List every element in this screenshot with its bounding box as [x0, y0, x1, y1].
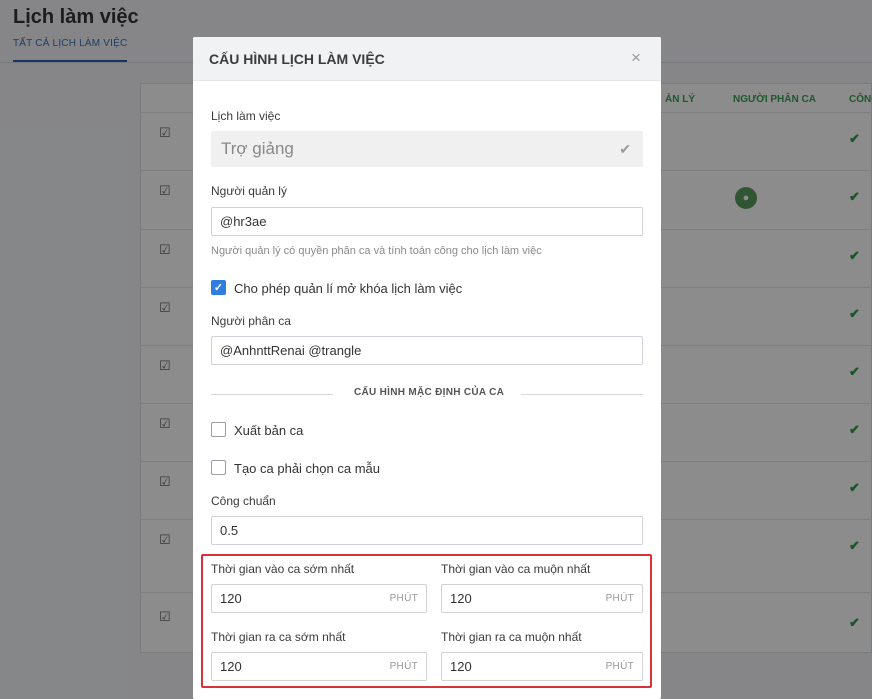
publish-shift-checkbox[interactable]: [211, 422, 226, 437]
manager-hint: Người quản lý có quyền phân ca và tính t…: [211, 245, 542, 257]
modal-title: CẤU HÌNH LỊCH LÀM VIỆC: [209, 51, 385, 67]
standard-work-label: Công chuẩn: [211, 494, 276, 508]
require-template-checkbox[interactable]: [211, 460, 226, 475]
assigner-input[interactable]: @AnhnttRenai @trangle: [211, 336, 643, 365]
close-icon[interactable]: ×: [631, 48, 641, 68]
modal-header: CẤU HÌNH LỊCH LÀM VIỆC ×: [193, 37, 661, 81]
schedule-value: Trợ giảng: [221, 139, 294, 158]
manager-input[interactable]: @hr3ae: [211, 207, 643, 236]
section-divider-left: [211, 394, 333, 395]
allow-unlock-checkbox[interactable]: ✓: [211, 280, 226, 295]
publish-shift-label[interactable]: Xuất bản ca: [234, 423, 303, 438]
schedule-label: Lịch làm việc: [211, 109, 281, 123]
assigner-label: Người phân ca: [211, 314, 291, 328]
section-divider-right: [521, 394, 643, 395]
standard-work-input[interactable]: 0.5: [211, 516, 643, 545]
check-icon: ✔: [619, 141, 631, 157]
allow-unlock-label[interactable]: Cho phép quản lí mở khóa lịch làm việc: [234, 281, 462, 296]
manager-label: Người quản lý: [211, 184, 287, 198]
section-title: CẤU HÌNH MẶC ĐỊNH CỦA CA: [354, 387, 505, 398]
highlight-box: [201, 554, 652, 688]
schedule-field: Trợ giảng ✔: [211, 131, 643, 167]
require-template-label[interactable]: Tạo ca phải chọn ca mẫu: [234, 461, 380, 476]
